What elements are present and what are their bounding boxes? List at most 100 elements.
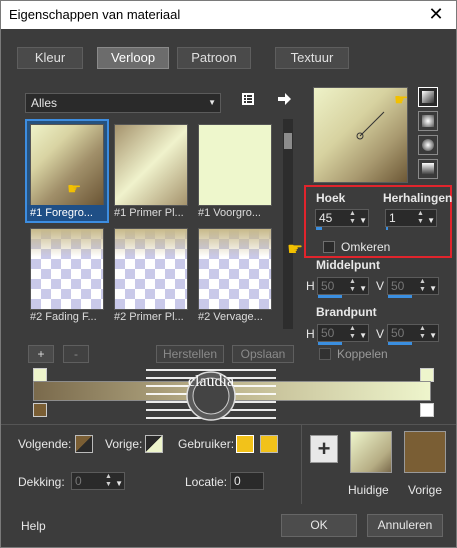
- midpoint-h-slider[interactable]: [318, 295, 342, 298]
- opacity-field[interactable]: 0 ▲ ▼ ▼: [71, 472, 125, 490]
- focal-h-label: H: [306, 327, 315, 341]
- spin-arrows-icon[interactable]: ▲ ▼: [419, 325, 427, 341]
- swatch-item[interactable]: #2 Primer Pl...: [111, 225, 191, 325]
- swatch-item[interactable]: #1 Primer Pl...: [111, 121, 191, 221]
- angle-label: Hoek: [316, 191, 346, 205]
- swatch-label: #2 Primer Pl...: [114, 311, 184, 323]
- color-stop-left[interactable]: [33, 403, 47, 417]
- user-chip-primary[interactable]: [236, 435, 254, 453]
- angle-slider[interactable]: [316, 227, 322, 230]
- add-swatch-button[interactable]: +: [310, 435, 338, 463]
- swatch-label: #1 Foregro...: [27, 205, 107, 221]
- tab-verloop[interactable]: Verloop: [97, 47, 169, 69]
- chevron-down-icon[interactable]: ▼: [359, 281, 367, 297]
- swatch-item[interactable]: ☛ #1 Foregro...: [25, 119, 109, 223]
- location-field[interactable]: 0: [230, 472, 264, 490]
- location-label: Locatie:: [185, 475, 228, 489]
- spin-arrows-icon[interactable]: ▲ ▼: [349, 278, 357, 294]
- previous-swatch-label: Vorige: [408, 483, 443, 497]
- tab-patroon[interactable]: Patroon: [177, 47, 251, 69]
- category-value: Alles: [31, 96, 58, 110]
- swatch-item[interactable]: #1 Voorgro...: [195, 121, 275, 221]
- bottom-divider: [1, 424, 456, 425]
- link-label: Koppelen: [337, 347, 388, 361]
- scrollbar-thumb[interactable]: [284, 133, 292, 149]
- invert-checkbox[interactable]: [323, 241, 335, 253]
- previous-swatch[interactable]: [404, 431, 446, 473]
- focal-h-field[interactable]: 50 ▲ ▼ ▼: [317, 324, 369, 345]
- mid-h-label: H: [306, 279, 315, 293]
- swatch-preview: [198, 228, 272, 310]
- chevron-down-icon: ▼: [208, 98, 216, 107]
- linear-style-icon[interactable]: [418, 87, 438, 107]
- pointing-hand-icon: ☛: [287, 239, 304, 259]
- ok-button[interactable]: OK: [281, 514, 357, 537]
- repeats-value: 1: [389, 211, 396, 225]
- chevron-down-icon[interactable]: ▼: [427, 213, 435, 229]
- gradient-preview[interactable]: ☛: [313, 87, 408, 183]
- swatch-item[interactable]: #2 Vervage...: [195, 225, 275, 325]
- link-checkbox[interactable]: [319, 348, 331, 360]
- radial-style-icon[interactable]: [418, 159, 438, 179]
- midpoint-h-value: 50: [321, 279, 335, 293]
- opacity-stop-left[interactable]: [33, 368, 47, 382]
- midpoint-v-slider[interactable]: [388, 295, 412, 298]
- follow-chip[interactable]: [75, 435, 93, 453]
- sunburst-style-icon[interactable]: [418, 135, 438, 155]
- angle-value: 45: [319, 211, 333, 225]
- user-label: Gebruiker:: [178, 437, 235, 451]
- spin-arrows-icon[interactable]: ▲ ▼: [349, 325, 357, 341]
- category-select[interactable]: Alles ▼: [25, 93, 221, 113]
- focal-v-field[interactable]: 50 ▲ ▼ ▼: [387, 324, 439, 345]
- arrow-right-icon[interactable]: [273, 91, 295, 111]
- chevron-down-icon[interactable]: ▼: [429, 281, 437, 297]
- chevron-down-icon[interactable]: ▼: [115, 476, 123, 492]
- watermark-logo: claudia: [146, 356, 276, 431]
- swatch-label: #2 Vervage...: [198, 311, 263, 323]
- swatch-scrollbar[interactable]: [283, 119, 293, 329]
- swatch-preview: ☛: [30, 124, 104, 206]
- swatch-preview: [114, 124, 188, 206]
- focal-v-label: V: [376, 327, 385, 341]
- repeats-slider[interactable]: [386, 227, 388, 230]
- spin-arrows-icon[interactable]: ▲ ▼: [419, 278, 427, 294]
- chevron-down-icon[interactable]: ▼: [429, 328, 437, 344]
- add-gradient-button[interactable]: +: [28, 345, 54, 363]
- midpoint-h-field[interactable]: 50 ▲ ▼ ▼: [317, 277, 369, 298]
- swatch-item[interactable]: #2 Fading F...: [27, 225, 107, 325]
- chevron-down-icon[interactable]: ▼: [359, 213, 367, 229]
- remove-gradient-button[interactable]: -: [63, 345, 89, 363]
- spin-arrows-icon[interactable]: ▲ ▼: [349, 210, 357, 226]
- focal-v-slider[interactable]: [388, 342, 412, 345]
- help-link[interactable]: Help: [21, 519, 46, 533]
- tab-textuur[interactable]: Textuur: [275, 47, 349, 69]
- color-stop-right[interactable]: [420, 403, 434, 417]
- focal-h-slider[interactable]: [318, 342, 342, 345]
- previous-chip[interactable]: [145, 435, 163, 453]
- opacity-stop-right[interactable]: [420, 368, 434, 382]
- focal-label: Brandpunt: [316, 305, 377, 319]
- chevron-down-icon[interactable]: ▼: [359, 328, 367, 344]
- close-icon[interactable]: ✕: [426, 4, 446, 24]
- cancel-button[interactable]: Annuleren: [367, 514, 443, 537]
- rectangular-style-icon[interactable]: [418, 111, 438, 131]
- library-icon[interactable]: [237, 91, 259, 111]
- swatch-preview: [114, 228, 188, 310]
- midpoint-v-field[interactable]: 50 ▲ ▼ ▼: [387, 277, 439, 298]
- current-label: Huidige: [348, 483, 389, 497]
- spin-arrows-icon[interactable]: ▲ ▼: [105, 473, 113, 489]
- tab-bar: Kleur Verloop Patroon Textuur: [1, 47, 456, 71]
- current-swatch[interactable]: [350, 431, 392, 473]
- angle-field[interactable]: 45 ▲ ▼ ▼: [315, 209, 369, 230]
- window-title: Eigenschappen van materiaal: [9, 7, 181, 22]
- watermark-text: claudia: [188, 373, 234, 390]
- user-chip-secondary[interactable]: [260, 435, 278, 453]
- opacity-label: Dekking:: [18, 475, 65, 489]
- spin-arrows-icon[interactable]: ▲ ▼: [417, 210, 425, 226]
- focal-h-value: 50: [321, 326, 335, 340]
- focal-v-value: 50: [391, 326, 405, 340]
- swatch-label: #1 Voorgro...: [198, 207, 261, 219]
- tab-kleur[interactable]: Kleur: [17, 47, 83, 69]
- midpoint-v-value: 50: [391, 279, 405, 293]
- repeats-field[interactable]: 1 ▲ ▼ ▼: [385, 209, 437, 230]
